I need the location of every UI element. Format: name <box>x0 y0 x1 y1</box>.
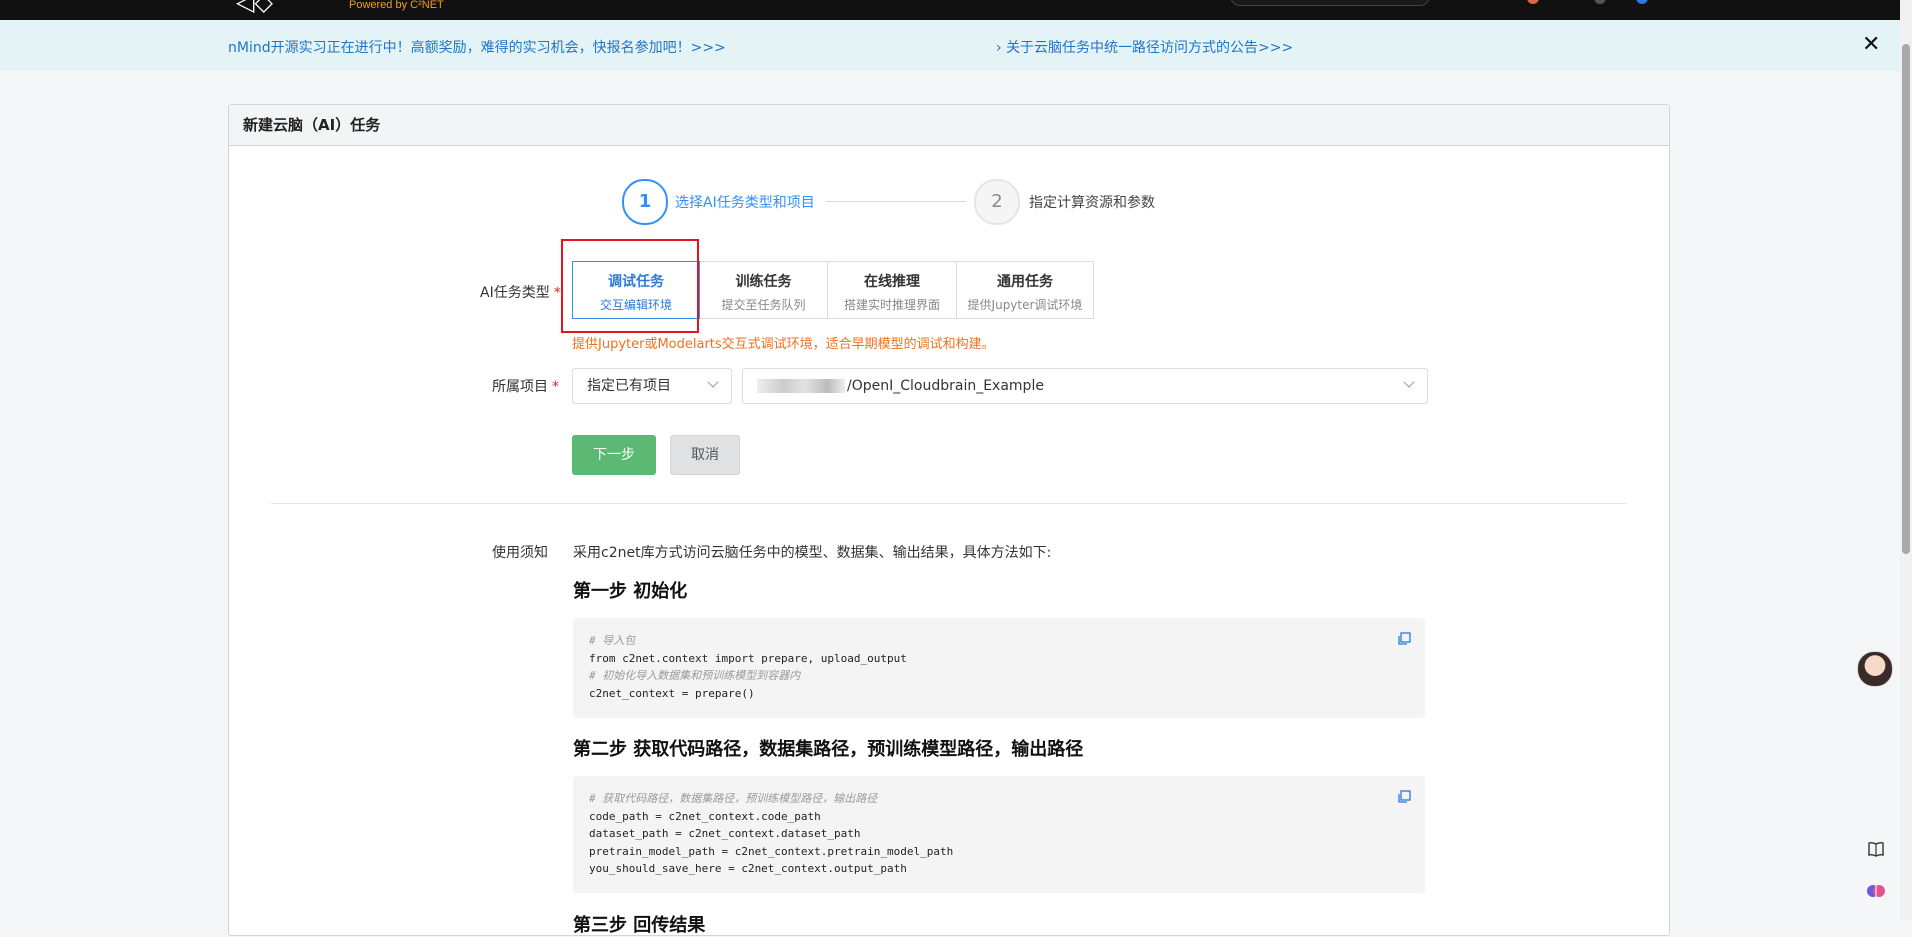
user-avatar[interactable] <box>1636 0 1648 4</box>
usage-intro-text: 采用c2net库方式访问云脑任务中的模型、数据集、输出结果，具体方法如下: <box>573 545 1052 561</box>
section-divider <box>271 503 1627 504</box>
code-line: dataset_path = c2net_context.dataset_pat… <box>589 827 861 840</box>
top-search-input[interactable] <box>1230 0 1430 6</box>
task-type-label: AI任务类型 * <box>480 282 561 302</box>
task-option-inference[interactable]: 在线推理 搭建实时推理界面 <box>828 261 957 319</box>
required-mark: * <box>553 285 561 301</box>
code-line: from c2net.context import prepare, uploa… <box>589 651 907 665</box>
top-navbar: ◁◇ Powered by C²NET <box>0 0 1912 20</box>
usage-step1-title: 第一步 初始化 <box>573 581 688 602</box>
project-mode-value: 指定已有项目 <box>587 378 671 394</box>
code-line: code_path = c2net_context.code_path <box>589 809 821 823</box>
task-option-subtitle: 提供Jupyter调试环境 <box>967 298 1083 312</box>
book-icon[interactable] <box>1866 839 1886 859</box>
task-type-label-text: AI任务类型 <box>480 285 550 301</box>
assistant-avatar[interactable] <box>1857 651 1893 687</box>
project-label: 所属项目 * <box>492 376 559 396</box>
task-option-train[interactable]: 训练任务 提交至任务队列 <box>700 261 828 319</box>
powered-by-text: Powered by C²NET <box>349 0 444 11</box>
step-1-label: 选择AI任务类型和项目 <box>675 195 815 211</box>
code-line: c2net_context = prepare() <box>589 686 755 700</box>
task-type-hint: 提供Jupyter或Modelarts交互式调试环境，适合早期模型的调试和构建。 <box>572 337 995 352</box>
announcement-path-text: 关于云脑任务中统一路径访问方式的公告>>> <box>1006 40 1294 56</box>
site-logo-icon[interactable]: ◁◇ <box>236 0 273 16</box>
copy-icon[interactable] <box>1397 790 1411 804</box>
task-option-subtitle: 提交至任务队列 <box>721 298 806 312</box>
step-connector <box>826 201 966 202</box>
announcement-banner: nMind开源实习正在进行中！高额奖励，难得的实习机会，快报名参加吧！>>> ›… <box>0 20 1900 71</box>
chevron-down-icon <box>707 376 719 388</box>
task-option-title: 在线推理 <box>864 274 920 290</box>
usage-notes-label: 使用须知 <box>492 545 548 561</box>
code-block-init: # 导入包 from c2net.context import prepare,… <box>573 618 1425 718</box>
required-mark: * <box>552 379 559 395</box>
brain-icon[interactable] <box>1866 881 1886 901</box>
task-option-title: 训练任务 <box>735 274 792 290</box>
project-repo-value: /OpenI_Cloudbrain_Example <box>847 378 1044 394</box>
task-option-title: 通用任务 <box>997 274 1053 290</box>
code-line: # 获取代码路径，数据集路径，预训练模型路径，输出路径 <box>589 792 878 805</box>
chevron-right-icon: › <box>996 40 1002 56</box>
usage-step2-title: 第二步 获取代码路径，数据集路径，预训练模型路径，输出路径 <box>573 739 1084 760</box>
page-title: 新建云脑（AI）任务 <box>229 105 1669 146</box>
settings-icon[interactable] <box>1594 0 1606 4</box>
close-banner-icon[interactable]: ✕ <box>1862 32 1880 57</box>
announcement-link-path[interactable]: › 关于云脑任务中统一路径访问方式的公告>>> <box>996 37 1293 57</box>
project-label-text: 所属项目 <box>492 379 548 395</box>
cancel-button[interactable]: 取消 <box>670 435 740 475</box>
step-2-indicator: 2 <box>974 179 1020 225</box>
step-2-label: 指定计算资源和参数 <box>1029 195 1155 211</box>
copy-icon[interactable] <box>1397 632 1411 646</box>
task-option-subtitle: 搭建实时推理界面 <box>843 298 940 312</box>
code-line: pretrain_model_path = c2net_context.pret… <box>589 844 954 858</box>
code-line: you_should_save_here = c2net_context.out… <box>589 862 907 875</box>
step-1-indicator: 1 <box>622 179 668 225</box>
page-scrollbar[interactable] <box>1900 0 1912 920</box>
usage-step3-title: 第三步 回传结果 <box>573 915 706 936</box>
next-step-button[interactable]: 下一步 <box>572 435 656 475</box>
notification-icon[interactable] <box>1527 0 1539 4</box>
blurred-owner-name <box>757 379 845 393</box>
selection-highlight-box <box>561 239 699 333</box>
project-mode-select[interactable]: 指定已有项目 <box>572 368 732 404</box>
scrollbar-thumb[interactable] <box>1902 44 1910 554</box>
project-repo-select[interactable]: /OpenI_Cloudbrain_Example <box>742 368 1428 404</box>
chevron-down-icon <box>1403 376 1415 388</box>
code-line: # 初始化导入数据集和预训练模型到容器内 <box>589 669 801 682</box>
code-line: # 导入包 <box>589 634 636 647</box>
code-block-paths: # 获取代码路径，数据集路径，预训练模型路径，输出路径 code_path = … <box>573 776 1425 893</box>
new-task-card: 新建云脑（AI）任务 1 选择AI任务类型和项目 2 指定计算资源和参数 AI任… <box>228 104 1670 936</box>
announcement-link-internship[interactable]: nMind开源实习正在进行中！高额奖励，难得的实习机会，快报名参加吧！>>> <box>228 37 726 57</box>
task-option-general[interactable]: 通用任务 提供Jupyter调试环境 <box>957 261 1094 319</box>
